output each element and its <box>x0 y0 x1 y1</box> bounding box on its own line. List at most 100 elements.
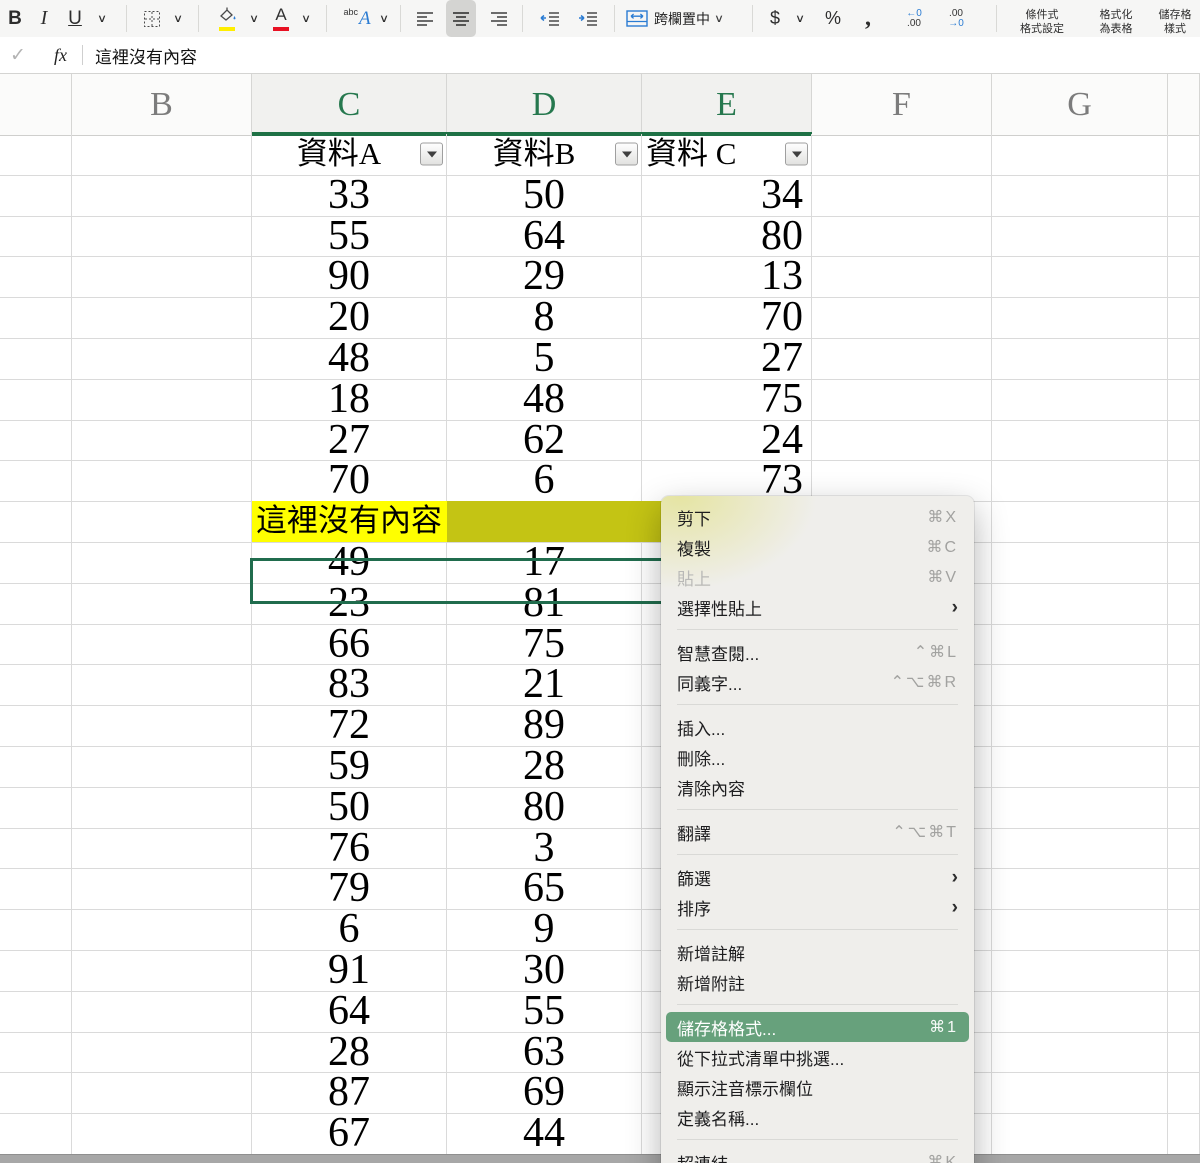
cell-edgeR25[interactable] <box>1168 1113 1200 1154</box>
cell-edgeL17[interactable] <box>0 787 72 829</box>
cell-D3[interactable]: 64 <box>447 216 642 258</box>
cell-F8[interactable] <box>812 420 992 462</box>
font-color-dropdown-chevron-icon[interactable]: ∨ <box>296 0 316 37</box>
cell-E5[interactable]: 70 <box>642 297 812 339</box>
menu-item-copy[interactable]: 複製⌘C <box>661 532 974 562</box>
cell-D4[interactable]: 29 <box>447 256 642 298</box>
cell-edgeL25[interactable] <box>0 1113 72 1154</box>
cell-F1[interactable] <box>812 134 992 176</box>
cell-G16[interactable] <box>992 746 1168 788</box>
underline-dropdown-chevron-icon[interactable]: ∨ <box>92 0 112 37</box>
menu-item-define-name[interactable]: 定義名稱... <box>661 1102 974 1132</box>
menu-item-smart-lookup[interactable]: 智慧查閱...⌃⌘L <box>661 637 974 667</box>
cell-edgeL6[interactable] <box>0 338 72 380</box>
cell-D8[interactable]: 62 <box>447 420 642 462</box>
menu-item-delete[interactable]: 刪除... <box>661 742 974 772</box>
cell-G10[interactable] <box>992 501 1168 543</box>
cell-B1[interactable] <box>72 134 252 176</box>
cell-E6[interactable]: 27 <box>642 338 812 380</box>
cell-B25[interactable] <box>72 1113 252 1154</box>
cell-C4[interactable]: 90 <box>252 256 447 298</box>
align-right-button[interactable] <box>484 0 514 37</box>
cell-edgeR14[interactable] <box>1168 664 1200 706</box>
cell-C13[interactable]: 66 <box>252 624 447 666</box>
cell-B13[interactable] <box>72 624 252 666</box>
menu-item-format-cells[interactable]: 儲存格格式...⌘1 <box>666 1012 969 1042</box>
menu-item-pick-from-dropdown-list[interactable]: 從下拉式清單中挑選... <box>661 1042 974 1072</box>
cell-edgeR13[interactable] <box>1168 624 1200 666</box>
text-effects-button[interactable]: abc A <box>340 0 374 37</box>
increase-indent-button[interactable] <box>572 0 604 37</box>
font-color-button[interactable]: A <box>268 0 294 37</box>
cell-D24[interactable]: 69 <box>447 1072 642 1114</box>
cell-C25[interactable]: 67 <box>252 1113 447 1154</box>
cell-B10[interactable] <box>72 501 252 543</box>
cell-edgeL2[interactable] <box>0 175 72 217</box>
cell-edgeR18[interactable] <box>1168 828 1200 870</box>
cell-F5[interactable] <box>812 297 992 339</box>
cell-D2[interactable]: 50 <box>447 175 642 217</box>
cell-B15[interactable] <box>72 705 252 747</box>
cell-edgeL18[interactable] <box>0 828 72 870</box>
cell-C1[interactable]: 資料A <box>252 134 447 176</box>
cell-G15[interactable] <box>992 705 1168 747</box>
menu-item-insert[interactable]: 插入... <box>661 712 974 742</box>
cell-D18[interactable]: 3 <box>447 828 642 870</box>
cell-B23[interactable] <box>72 1032 252 1074</box>
cell-edgeR4[interactable] <box>1168 256 1200 298</box>
cell-C12[interactable]: 23 <box>252 583 447 625</box>
borders-button[interactable] <box>138 0 166 37</box>
formula-input[interactable]: 這裡沒有內容 <box>95 37 197 73</box>
cell-G23[interactable] <box>992 1032 1168 1074</box>
cell-D7[interactable]: 48 <box>447 379 642 421</box>
cell-E4[interactable]: 13 <box>642 256 812 298</box>
cell-G4[interactable] <box>992 256 1168 298</box>
cell-B19[interactable] <box>72 868 252 910</box>
cell-E2[interactable]: 34 <box>642 175 812 217</box>
cell-C23[interactable]: 28 <box>252 1032 447 1074</box>
cell-E7[interactable]: 75 <box>642 379 812 421</box>
cell-D23[interactable]: 63 <box>447 1032 642 1074</box>
menu-item-clear-contents[interactable]: 清除內容 <box>661 772 974 802</box>
column-header-edge-left[interactable] <box>0 74 72 135</box>
currency-format-button[interactable]: $ <box>764 0 786 37</box>
cell-edgeL16[interactable] <box>0 746 72 788</box>
cell-B18[interactable] <box>72 828 252 870</box>
cell-B17[interactable] <box>72 787 252 829</box>
cell-G2[interactable] <box>992 175 1168 217</box>
cell-edgeL10[interactable] <box>0 501 72 543</box>
column-header-D[interactable]: D <box>447 74 642 135</box>
cell-D22[interactable]: 55 <box>447 991 642 1033</box>
cell-G22[interactable] <box>992 991 1168 1033</box>
cell-F6[interactable] <box>812 338 992 380</box>
cell-D21[interactable]: 30 <box>447 950 642 992</box>
menu-item-cut[interactable]: 剪下⌘X <box>661 502 974 532</box>
filter-button-D[interactable] <box>615 143 638 166</box>
cell-G17[interactable] <box>992 787 1168 829</box>
cell-C6[interactable]: 48 <box>252 338 447 380</box>
format-as-table-button[interactable]: 格式化 為表格 <box>1084 0 1148 40</box>
cell-B7[interactable] <box>72 379 252 421</box>
cell-B8[interactable] <box>72 420 252 462</box>
cell-C18[interactable]: 76 <box>252 828 447 870</box>
cell-D12[interactable]: 81 <box>447 583 642 625</box>
cell-G9[interactable] <box>992 460 1168 502</box>
cell-C20[interactable]: 6 <box>252 909 447 951</box>
menu-item-sort[interactable]: 排序› <box>661 892 974 922</box>
cell-C9[interactable]: 70 <box>252 460 447 502</box>
cell-edgeL1[interactable] <box>0 134 72 176</box>
cell-G3[interactable] <box>992 216 1168 258</box>
filter-button-E[interactable] <box>785 143 808 166</box>
cell-edgeL8[interactable] <box>0 420 72 462</box>
menu-item-paste[interactable]: 貼上⌘V <box>661 562 974 592</box>
cell-D19[interactable]: 65 <box>447 868 642 910</box>
menu-item-translate[interactable]: 翻譯⌃⌥⌘T <box>661 817 974 847</box>
underline-button[interactable]: U <box>62 0 88 37</box>
enter-checkmark-icon[interactable]: ✓ <box>10 37 26 73</box>
cell-F3[interactable] <box>812 216 992 258</box>
cell-edgeR20[interactable] <box>1168 909 1200 951</box>
cell-C15[interactable]: 72 <box>252 705 447 747</box>
cell-edgeL20[interactable] <box>0 909 72 951</box>
filter-button-C[interactable] <box>420 143 443 166</box>
column-header-edge-right[interactable] <box>1168 74 1200 135</box>
